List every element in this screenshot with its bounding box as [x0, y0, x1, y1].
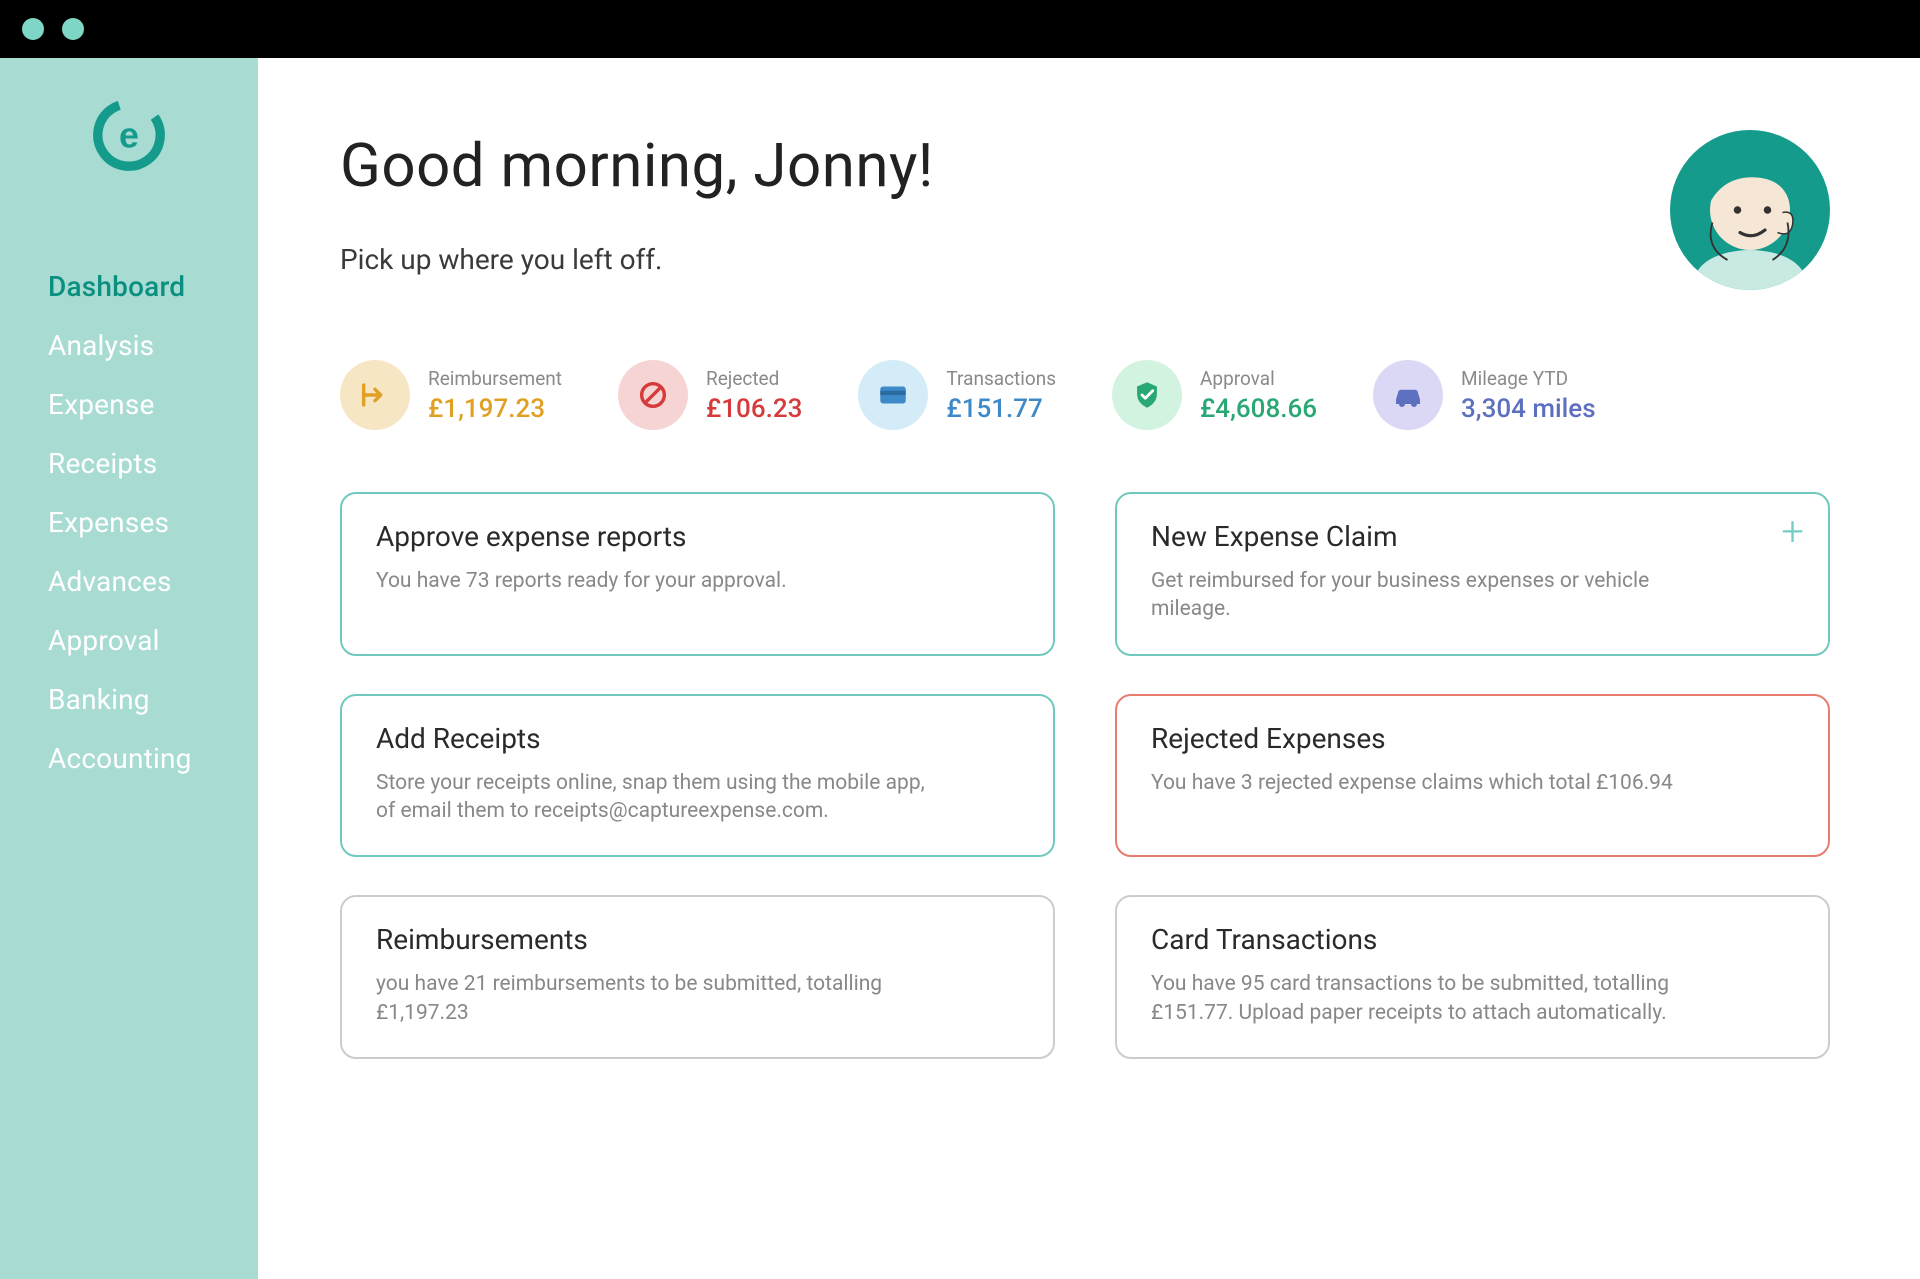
window-dot-icon — [62, 18, 84, 40]
avatar-icon — [1675, 140, 1825, 290]
stat-label: Reimbursement — [428, 367, 562, 390]
window-chrome — [0, 0, 1920, 58]
card-approve-reports[interactable]: Approve expense reports You have 73 repo… — [340, 492, 1055, 656]
shield-check-icon — [1112, 360, 1182, 430]
card-body: You have 95 card transactions to be subm… — [1151, 970, 1711, 1027]
stats-row: Reimbursement £1,197.23 Rejected £106.23 — [340, 360, 1830, 430]
no-entry-icon — [618, 360, 688, 430]
card-title: Add Receipts — [376, 722, 1019, 755]
card-title: Approve expense reports — [376, 520, 1019, 553]
sidebar-item-receipts[interactable]: Receipts — [48, 447, 258, 480]
stat-value: £4,608.66 — [1200, 394, 1317, 424]
card-body: You have 73 reports ready for your appro… — [376, 567, 936, 595]
sidebar-item-advances[interactable]: Advances — [48, 565, 258, 598]
card-body: Get reimbursed for your business expense… — [1151, 567, 1711, 624]
window-dot-icon — [22, 18, 44, 40]
app-logo: e — [0, 96, 258, 174]
sidebar-item-banking[interactable]: Banking — [48, 683, 258, 716]
stat-mileage[interactable]: Mileage YTD 3,304 miles — [1373, 360, 1596, 430]
app-shell: e Dashboard Analysis Expense Receipts Ex… — [0, 58, 1920, 1279]
sidebar-item-analysis[interactable]: Analysis — [48, 329, 258, 362]
card-title: Rejected Expenses — [1151, 722, 1794, 755]
card-icon — [858, 360, 928, 430]
stat-value: £151.77 — [946, 394, 1056, 424]
card-new-expense-claim[interactable]: + New Expense Claim Get reimbursed for y… — [1115, 492, 1830, 656]
card-body: you have 21 reimbursements to be submitt… — [376, 970, 936, 1027]
stat-label: Approval — [1200, 367, 1317, 390]
card-body: Store your receipts online, snap them us… — [376, 769, 936, 826]
card-body: You have 3 rejected expense claims which… — [1151, 769, 1711, 797]
cards-grid: Approve expense reports You have 73 repo… — [340, 492, 1830, 1059]
stat-approval[interactable]: Approval £4,608.66 — [1112, 360, 1317, 430]
card-card-transactions[interactable]: Card Transactions You have 95 card trans… — [1115, 895, 1830, 1059]
stat-label: Transactions — [946, 367, 1056, 390]
greeting-subtitle: Pick up where you left off. — [340, 243, 934, 276]
greeting-title: Good morning, Jonny! — [340, 130, 934, 201]
logo-icon: e — [90, 96, 168, 174]
plus-icon: + — [1781, 512, 1804, 552]
stat-value: £1,197.23 — [428, 394, 562, 424]
card-rejected-expenses[interactable]: Rejected Expenses You have 3 rejected ex… — [1115, 694, 1830, 858]
card-add-receipts[interactable]: Add Receipts Store your receipts online,… — [340, 694, 1055, 858]
sidebar-item-accounting[interactable]: Accounting — [48, 742, 258, 775]
header-row: Good morning, Jonny! Pick up where you l… — [340, 130, 1830, 290]
sidebar-item-approval[interactable]: Approval — [48, 624, 258, 657]
car-icon — [1373, 360, 1443, 430]
arrow-out-icon — [340, 360, 410, 430]
sidebar-nav: Dashboard Analysis Expense Receipts Expe… — [0, 270, 258, 775]
stat-value: £106.23 — [706, 394, 802, 424]
card-title: New Expense Claim — [1151, 520, 1794, 553]
sidebar: e Dashboard Analysis Expense Receipts Ex… — [0, 58, 258, 1279]
card-title: Reimbursements — [376, 923, 1019, 956]
main-content: Good morning, Jonny! Pick up where you l… — [258, 58, 1920, 1279]
sidebar-item-expense[interactable]: Expense — [48, 388, 258, 421]
stat-label: Mileage YTD — [1461, 367, 1596, 390]
stat-reimbursement[interactable]: Reimbursement £1,197.23 — [340, 360, 562, 430]
card-title: Card Transactions — [1151, 923, 1794, 956]
stat-value: 3,304 miles — [1461, 394, 1596, 424]
user-avatar[interactable] — [1670, 130, 1830, 290]
stat-transactions[interactable]: Transactions £151.77 — [858, 360, 1056, 430]
sidebar-item-dashboard[interactable]: Dashboard — [48, 270, 258, 303]
svg-text:e: e — [119, 115, 139, 155]
card-reimbursements[interactable]: Reimbursements you have 21 reimbursement… — [340, 895, 1055, 1059]
stat-rejected[interactable]: Rejected £106.23 — [618, 360, 802, 430]
sidebar-item-expenses[interactable]: Expenses — [48, 506, 258, 539]
stat-label: Rejected — [706, 367, 802, 390]
